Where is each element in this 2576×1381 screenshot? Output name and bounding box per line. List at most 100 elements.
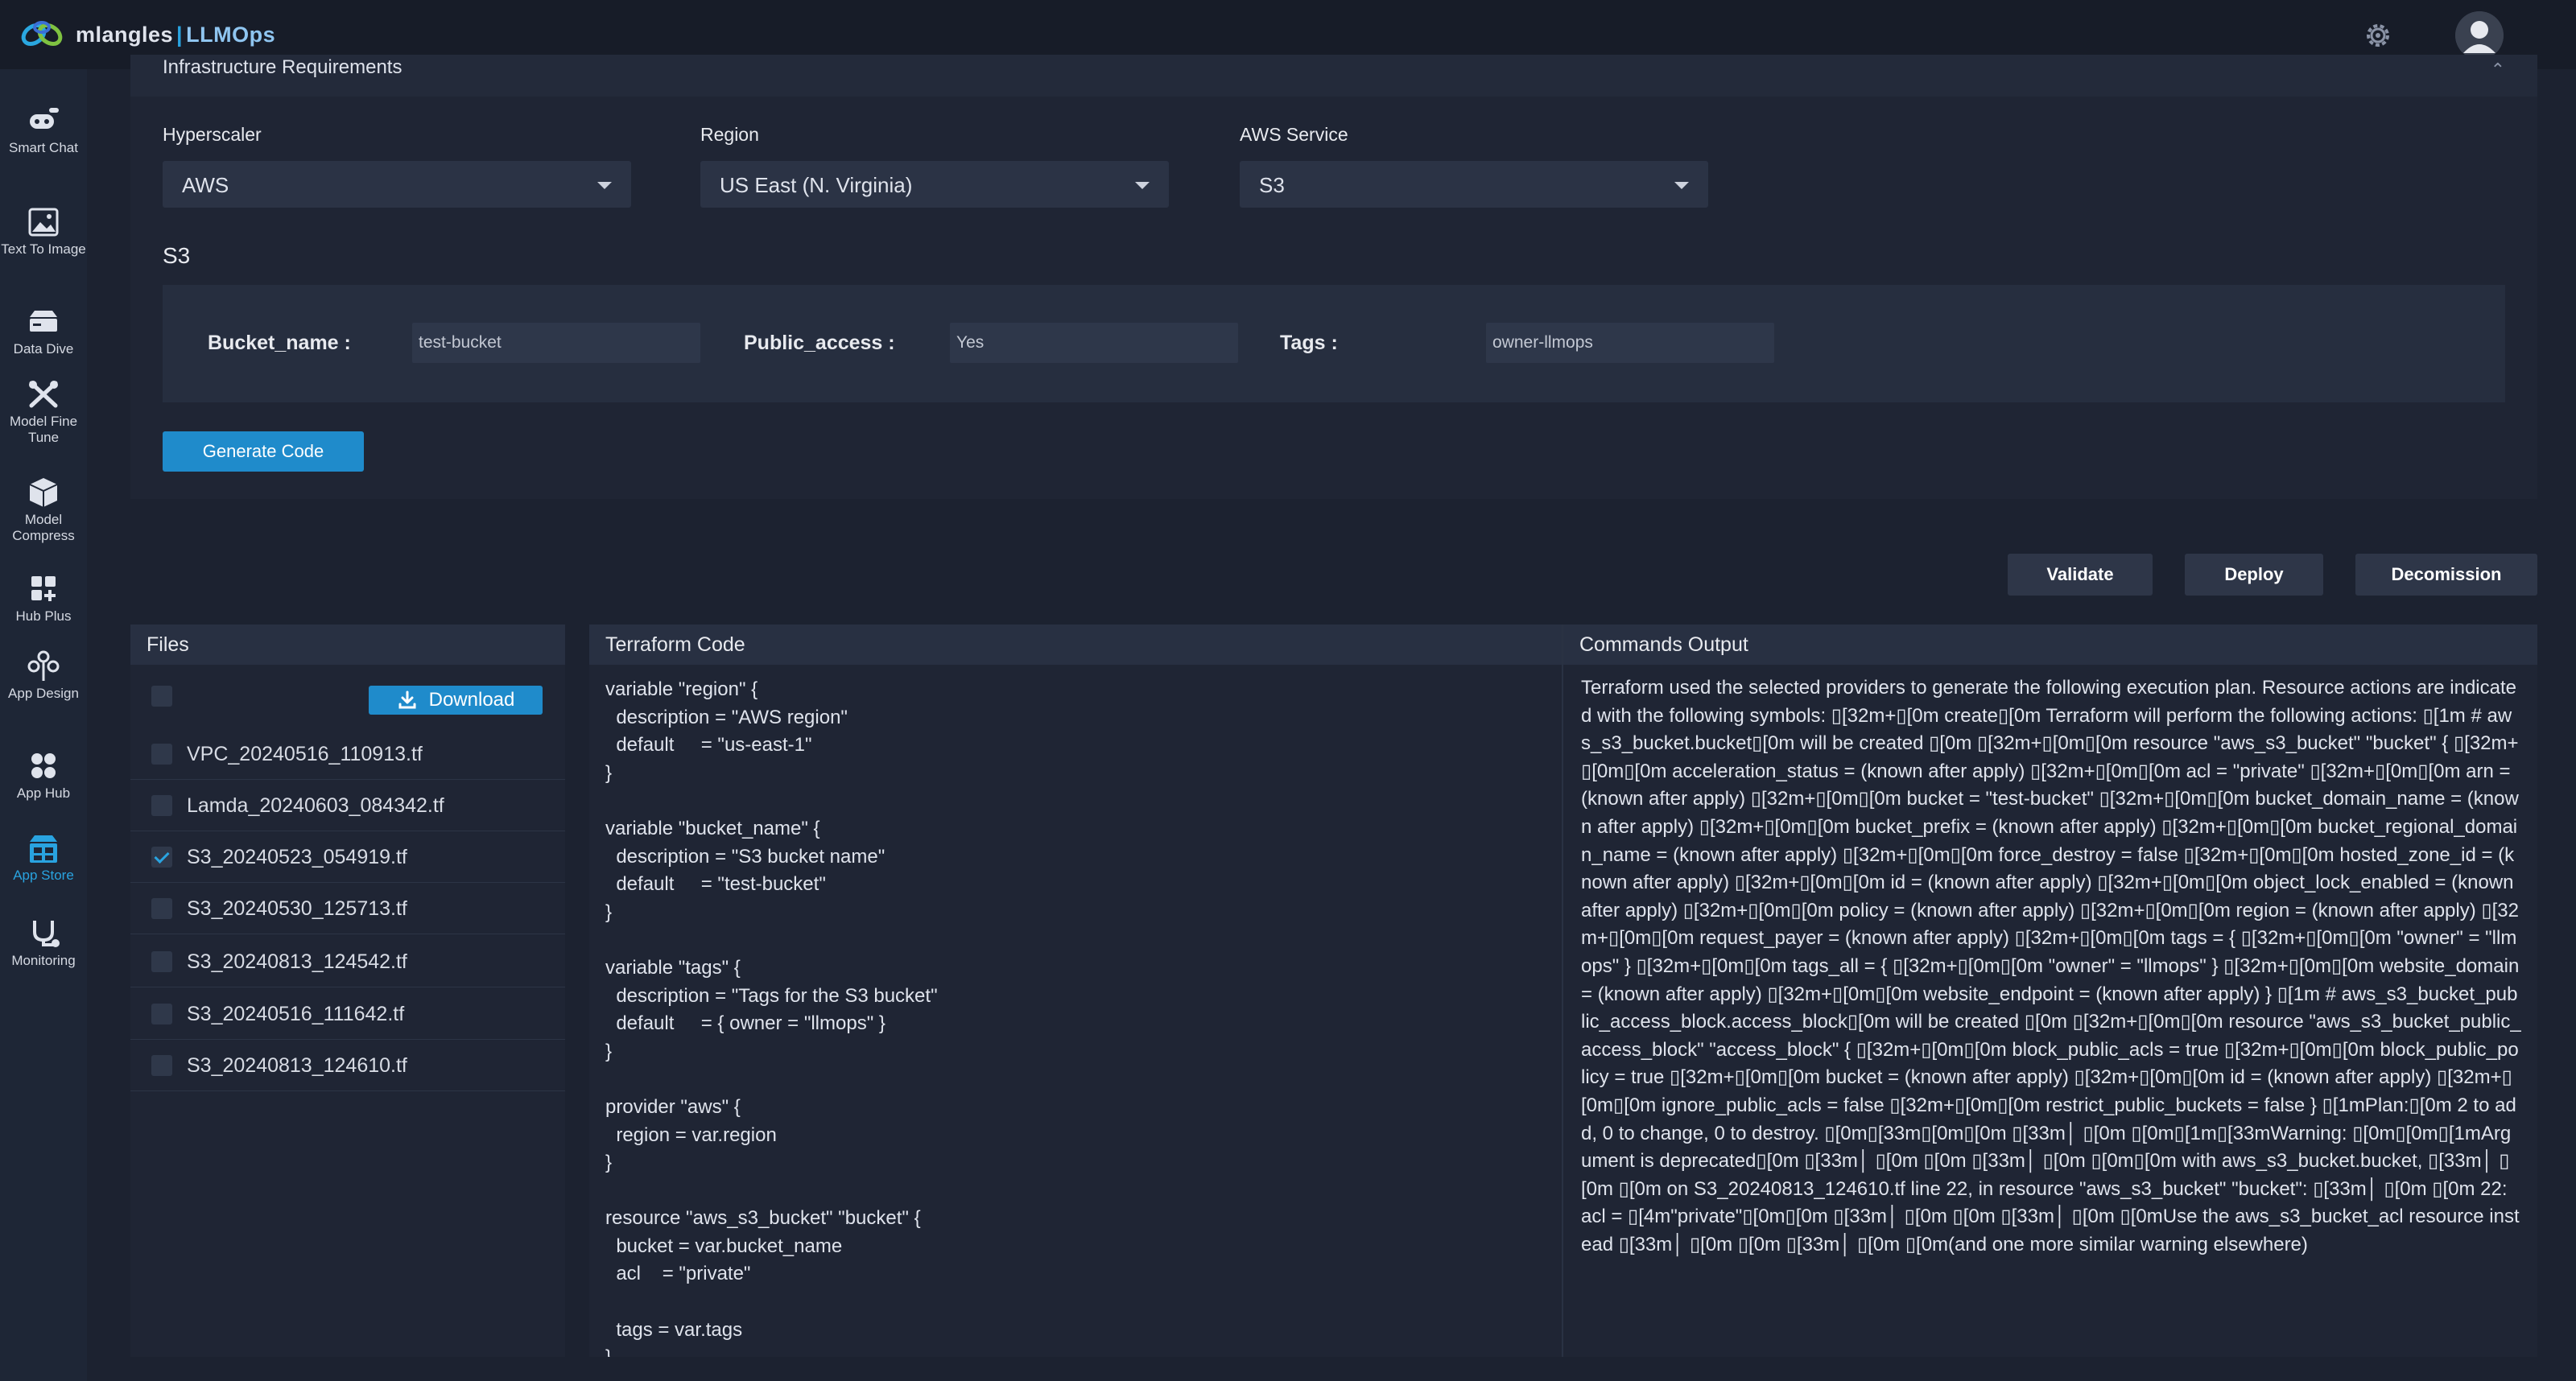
smart-chat-icon <box>30 108 59 129</box>
app-design-icon <box>27 650 60 681</box>
file-checkbox-checked[interactable] <box>151 847 172 868</box>
public-access-label: Public_access : <box>744 332 895 354</box>
sidebar-item-label: App Hub <box>16 785 71 801</box>
download-icon <box>398 690 416 709</box>
file-name: Lamda_20240603_084342.tf <box>187 794 444 817</box>
sidebar-item-label: Hub Plus <box>15 608 72 624</box>
section-title: Infrastructure Requirements <box>163 56 402 78</box>
decommission-button[interactable]: Decomission <box>2355 554 2537 596</box>
sidebar-item-label: App Store <box>13 868 74 883</box>
file-checkbox[interactable] <box>151 898 172 919</box>
sidebar-item-label: Monitoring <box>11 953 76 968</box>
caret-down-icon <box>1674 182 1689 189</box>
file-checkbox[interactable] <box>151 951 172 972</box>
tags-input[interactable] <box>1486 323 1774 363</box>
file-row[interactable]: S3_20240530_125713.tf <box>130 883 565 934</box>
file-row[interactable]: S3_20240516_111642.tf <box>130 988 565 1040</box>
sidebar-item-label: Text To Image <box>1 241 86 257</box>
file-checkbox[interactable] <box>151 795 172 816</box>
hub-plus-icon <box>31 576 56 601</box>
aws-service-label: AWS Service <box>1240 124 1348 145</box>
sidebar-item-model-compress[interactable]: Model Compress <box>0 476 87 544</box>
file-name: VPC_20240516_110913.tf <box>187 743 423 765</box>
caret-down-icon <box>597 182 612 189</box>
sidebar-item-app-hub[interactable]: App Hub <box>0 750 87 802</box>
public-access-input[interactable] <box>950 323 1238 363</box>
app-logo[interactable]: mlangles | LLMOps <box>14 11 275 58</box>
aws-service-select[interactable]: S3 <box>1240 161 1708 208</box>
generate-code-button[interactable]: Generate Code <box>163 431 364 472</box>
bucket-name-field[interactable] <box>412 323 700 363</box>
sidebar-item-monitoring[interactable]: Monitoring <box>0 917 87 969</box>
download-button[interactable]: Download <box>369 686 543 715</box>
user-avatar[interactable] <box>2455 11 2504 60</box>
sidebar-item-text-to-image[interactable]: Text To Image <box>0 206 87 258</box>
logo-brand: LLMOps <box>186 22 276 47</box>
file-name: S3_20240516_111642.tf <box>187 1003 405 1025</box>
sidebar-item-label: Model Compress <box>12 512 75 543</box>
user-icon <box>2455 11 2504 60</box>
sidebar-item-label: Smart Chat <box>9 140 78 155</box>
hyperscaler-label: Hyperscaler <box>163 124 262 145</box>
file-checkbox[interactable] <box>151 1055 172 1076</box>
file-row[interactable]: VPC_20240516_110913.tf <box>130 728 565 780</box>
section-header[interactable]: Infrastructure Requirements ⌃ <box>130 55 2537 97</box>
file-checkbox[interactable] <box>151 1004 172 1024</box>
terraform-code-editor[interactable]: variable "region" { description = "AWS r… <box>605 676 1562 1357</box>
hyperscaler-value: AWS <box>182 173 229 197</box>
download-label: Download <box>428 689 515 711</box>
files-title: Files <box>130 625 565 665</box>
hyperscaler-select[interactable]: AWS <box>163 161 631 208</box>
model-compress-icon <box>29 478 58 507</box>
aws-service-value: S3 <box>1259 173 1285 197</box>
bucket-name-input[interactable] <box>412 323 700 363</box>
logo-separator: | <box>176 22 184 47</box>
commands-output-panel: Commands Output Terraform used the selec… <box>1562 625 2537 1357</box>
file-checkbox[interactable] <box>151 744 172 765</box>
text-to-image-icon <box>28 208 59 237</box>
sidebar-item-label: App Design <box>8 686 79 701</box>
commands-output-text[interactable]: Terraform used the selected providers to… <box>1581 674 2521 1259</box>
logo-name: mlangles <box>76 22 174 47</box>
select-all-checkbox[interactable] <box>151 686 172 707</box>
tags-field[interactable] <box>1486 323 1774 363</box>
region-label: Region <box>700 124 759 145</box>
sidebar <box>0 69 87 1381</box>
terraform-code-panel: Terraform Code variable "region" { descr… <box>589 625 1562 1357</box>
app-hub-icon <box>31 753 56 778</box>
file-name: S3_20240813_124610.tf <box>187 1054 407 1077</box>
sidebar-item-app-store[interactable]: App Store <box>0 832 87 884</box>
logo-text: mlangles | LLMOps <box>76 23 275 47</box>
region-value: US East (N. Virginia) <box>720 173 913 197</box>
terraform-code-title: Terraform Code <box>589 625 1562 665</box>
model-fine-tune-icon <box>29 381 58 408</box>
sidebar-item-data-dive[interactable]: Data Dive <box>0 306 87 357</box>
validate-button[interactable]: Validate <box>2008 554 2153 596</box>
caret-down-icon <box>1135 182 1150 189</box>
chevron-up-icon[interactable]: ⌃ <box>2491 60 2505 80</box>
app-store-icon <box>30 835 57 863</box>
commands-output-title: Commands Output <box>1563 625 2537 665</box>
file-name: S3_20240530_125713.tf <box>187 897 407 920</box>
file-row[interactable]: S3_20240813_124610.tf <box>130 1040 565 1091</box>
public-access-field[interactable] <box>950 323 1238 363</box>
logo-mark-icon <box>21 21 63 46</box>
region-select[interactable]: US East (N. Virginia) <box>700 161 1169 208</box>
sidebar-item-label: Data Dive <box>13 341 74 357</box>
sidebar-item-hub-plus[interactable]: Hub Plus <box>0 573 87 625</box>
gear-icon[interactable] <box>2362 19 2394 52</box>
file-row[interactable]: S3_20240523_054919.tf <box>130 831 565 883</box>
sidebar-item-smart-chat[interactable]: Smart Chat <box>0 105 87 156</box>
sidebar-item-model-fine-tune[interactable]: Model Fine Tune <box>0 378 87 446</box>
file-row[interactable]: Lamda_20240603_084342.tf <box>130 780 565 831</box>
sidebar-item-label: Model Fine Tune <box>9 414 78 445</box>
file-row[interactable]: S3_20240813_124542.tf <box>130 936 565 987</box>
deploy-button[interactable]: Deploy <box>2185 554 2323 596</box>
service-title: S3 <box>163 243 191 268</box>
bucket-name-label: Bucket_name : <box>208 332 351 354</box>
sidebar-item-app-design[interactable]: App Design <box>0 650 87 702</box>
file-name: S3_20240813_124542.tf <box>187 950 407 973</box>
tags-label: Tags : <box>1280 332 1338 354</box>
data-dive-icon <box>30 311 57 332</box>
monitoring-icon <box>33 921 60 947</box>
